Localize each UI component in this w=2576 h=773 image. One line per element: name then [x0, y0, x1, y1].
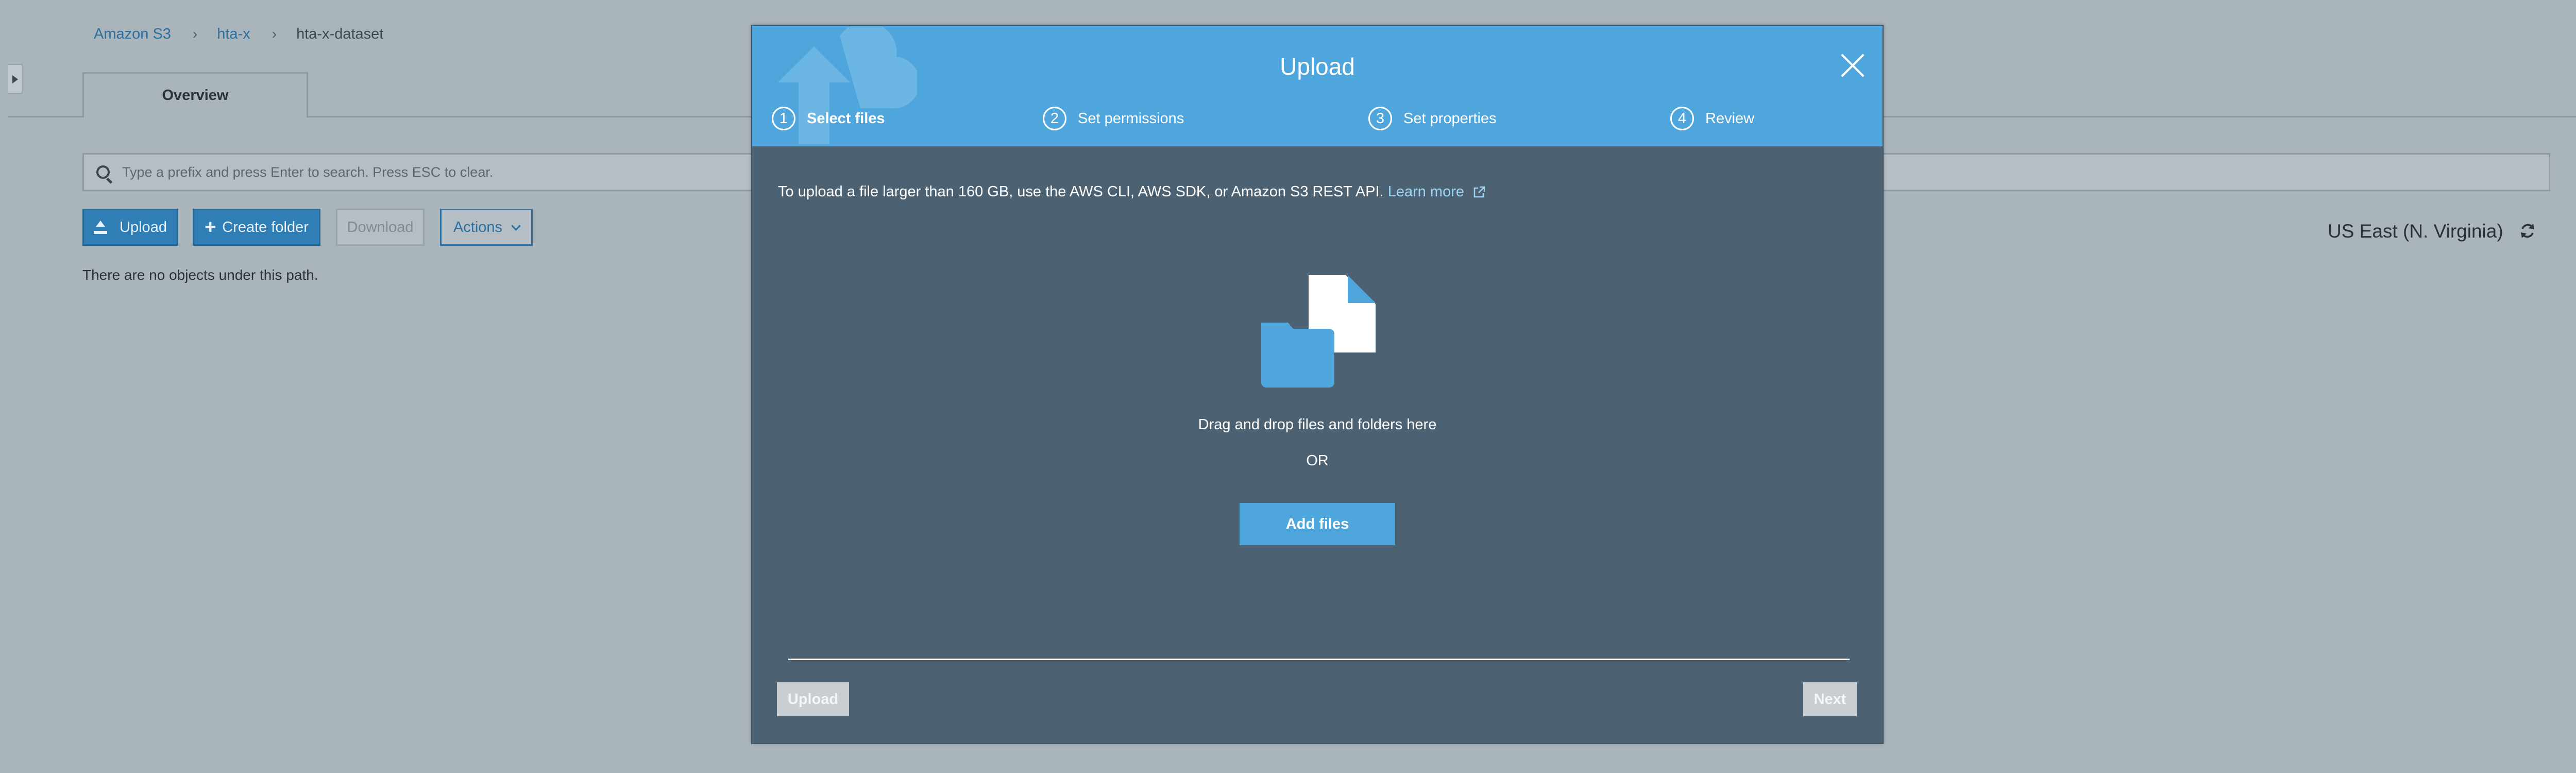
breadcrumb-current-folder: hta-x-dataset — [296, 25, 384, 42]
step-set-permissions[interactable]: 2 Set permissions — [1043, 104, 1184, 133]
download-button-label: Download — [347, 219, 414, 236]
large-file-info: To upload a file larger than 160 GB, use… — [778, 183, 1486, 200]
modal-upload-button[interactable]: Upload — [777, 682, 849, 716]
refresh-icon[interactable] — [2518, 222, 2537, 240]
chevron-right-icon: › — [192, 26, 198, 42]
chevron-right-icon: › — [272, 26, 277, 42]
step-number: 1 — [772, 107, 795, 130]
plus-icon: + — [205, 216, 216, 238]
search-icon — [84, 154, 121, 190]
upload-button[interactable]: Upload — [82, 209, 178, 246]
next-button[interactable]: Next — [1803, 682, 1857, 716]
chevron-down-icon — [511, 221, 521, 231]
actions-dropdown[interactable]: Actions — [440, 209, 533, 246]
breadcrumb-bucket[interactable]: hta-x — [217, 26, 250, 43]
step-number: 2 — [1043, 107, 1066, 130]
upload-icon — [94, 221, 108, 234]
step-label: Select files — [807, 110, 885, 127]
step-label: Review — [1705, 110, 1755, 127]
wizard-steps: 1 Select files 2 Set permissions 3 Set p… — [752, 104, 1883, 133]
modal-title: Upload — [1280, 53, 1355, 80]
region-selector[interactable]: US East (N. Virginia) — [2328, 221, 2503, 242]
external-link-icon — [1473, 187, 1485, 198]
info-text: To upload a file larger than 160 GB, use… — [778, 183, 1384, 200]
step-number: 3 — [1368, 107, 1392, 130]
tab-overview[interactable]: Overview — [82, 72, 308, 117]
step-number: 4 — [1670, 107, 1694, 130]
create-folder-button[interactable]: + Create folder — [193, 209, 320, 246]
step-set-properties[interactable]: 3 Set properties — [1368, 104, 1497, 133]
sidebar-toggle-button[interactable] — [8, 64, 23, 94]
create-folder-label: Create folder — [222, 219, 309, 236]
learn-more-link[interactable]: Learn more — [1388, 183, 1464, 200]
drop-zone-text: Drag and drop files and folders here — [1198, 416, 1437, 433]
upload-modal: Upload 1 Select files 2 Set permissions … — [751, 25, 1884, 744]
download-button[interactable]: Download — [336, 209, 425, 246]
step-review[interactable]: 4 Review — [1670, 104, 1754, 133]
empty-state-message: There are no objects under this path. — [82, 267, 318, 283]
upload-button-label: Upload — [120, 219, 167, 236]
footer-divider — [788, 659, 1850, 660]
breadcrumb-amazon-s3[interactable]: Amazon S3 — [94, 26, 171, 43]
actions-label: Actions — [453, 219, 503, 236]
add-files-button[interactable]: Add files — [1240, 503, 1395, 545]
breadcrumb: Amazon S3 › hta-x › hta-x-dataset — [94, 24, 383, 44]
close-icon[interactable] — [1839, 53, 1865, 78]
or-separator: OR — [1306, 452, 1329, 469]
step-label: Set properties — [1403, 110, 1497, 127]
step-label: Set permissions — [1078, 110, 1184, 127]
modal-header: Upload 1 Select files 2 Set permissions … — [752, 26, 1883, 146]
step-select-files[interactable]: 1 Select files — [772, 104, 885, 133]
files-and-folders-icon — [1261, 275, 1376, 388]
